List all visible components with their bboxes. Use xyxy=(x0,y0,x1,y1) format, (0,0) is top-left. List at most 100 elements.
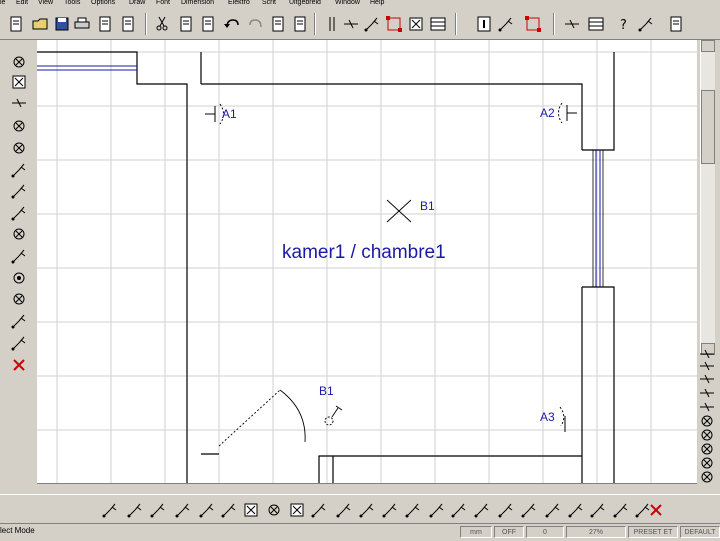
table-icon[interactable] xyxy=(428,13,448,35)
switch-b1-symbol[interactable] xyxy=(324,405,343,426)
point-icon[interactable] xyxy=(362,13,382,35)
box-icon[interactable] xyxy=(241,499,261,521)
meter-icon[interactable] xyxy=(8,333,30,353)
circle-d-icon[interactable] xyxy=(700,454,714,469)
menu-item-scrit[interactable]: Scrit xyxy=(262,0,276,6)
new-icon[interactable] xyxy=(6,13,26,35)
switch-g-icon[interactable] xyxy=(380,499,400,521)
help-icon[interactable]: ? xyxy=(613,13,633,35)
grid-icon[interactable] xyxy=(586,13,606,35)
measure-icon[interactable] xyxy=(562,13,582,35)
menu-item-options[interactable]: Options xyxy=(91,0,115,6)
circle-a-icon[interactable] xyxy=(700,412,714,427)
layer-icon[interactable] xyxy=(700,398,714,412)
scroll-thumb[interactable] xyxy=(701,90,715,164)
menu-item-window[interactable]: Window xyxy=(335,0,360,6)
redo-icon[interactable] xyxy=(246,13,266,35)
wall-icon[interactable] xyxy=(8,93,30,113)
menu-item-font[interactable]: Font xyxy=(156,0,170,6)
cross-box-icon[interactable] xyxy=(8,72,30,92)
help-pointer-icon[interactable] xyxy=(496,13,516,35)
door-leaf xyxy=(218,389,281,447)
vertical-scrollbar[interactable] xyxy=(700,40,715,355)
paste-r-icon[interactable] xyxy=(290,13,310,35)
motor-icon[interactable] xyxy=(8,224,30,244)
switch-o-icon[interactable] xyxy=(566,499,586,521)
switch-e-icon[interactable] xyxy=(334,499,354,521)
line-switch-icon[interactable] xyxy=(219,499,239,521)
parallel-icon[interactable] xyxy=(322,13,342,35)
circle-c-icon[interactable] xyxy=(700,440,714,455)
switch-l-icon[interactable] xyxy=(496,499,516,521)
box-select-icon[interactable] xyxy=(406,13,426,35)
circle-b-icon[interactable] xyxy=(700,426,714,441)
save-icon[interactable] xyxy=(52,13,72,35)
drawing-canvas[interactable]: A1 A2 A3 B1 B1 kamer1 / chambre1 xyxy=(37,40,697,483)
switch-n-icon[interactable] xyxy=(543,499,563,521)
fill-icon[interactable] xyxy=(666,13,686,35)
timer-icon[interactable] xyxy=(264,499,284,521)
menu-item-uitgebreid[interactable]: Uitgebreid xyxy=(289,0,321,6)
scroll-up-icon[interactable] xyxy=(701,40,715,52)
menu-item-edit[interactable]: Edit xyxy=(16,0,28,6)
copy-icon[interactable] xyxy=(176,13,196,35)
copy-r-icon[interactable] xyxy=(268,13,288,35)
properties-icon[interactable] xyxy=(118,13,138,35)
switch-p-icon[interactable] xyxy=(588,499,608,521)
undo-icon[interactable] xyxy=(222,13,242,35)
menu-item-elektro[interactable]: Elektro xyxy=(228,0,250,6)
socket-a1-symbol[interactable] xyxy=(205,103,224,125)
switch-f-icon[interactable] xyxy=(357,499,377,521)
socket-triple-icon[interactable] xyxy=(125,499,145,521)
status-snap: OFF xyxy=(494,526,524,538)
info-icon[interactable] xyxy=(474,13,494,35)
fan-icon[interactable] xyxy=(8,311,30,331)
pan-icon[interactable] xyxy=(700,370,714,384)
switch-h-icon[interactable] xyxy=(403,499,423,521)
switch-a-icon[interactable] xyxy=(148,499,168,521)
zoom-out-icon[interactable] xyxy=(700,357,714,371)
switch-i-icon[interactable] xyxy=(427,499,447,521)
socket-icon[interactable] xyxy=(8,246,30,266)
menu-item-help[interactable]: Help xyxy=(370,0,384,6)
floor-plan[interactable]: A1 A2 A3 B1 B1 kamer1 / chambre1 xyxy=(37,40,697,483)
menu-item-le[interactable]: le xyxy=(0,0,5,6)
switch-b-icon[interactable] xyxy=(173,499,193,521)
switch-j-icon[interactable] xyxy=(449,499,469,521)
menu-item-dimension[interactable]: Dimension xyxy=(181,0,214,6)
line-icon[interactable] xyxy=(341,13,361,35)
switch-q-icon[interactable] xyxy=(611,499,631,521)
print-preview-icon[interactable] xyxy=(95,13,115,35)
cut-icon[interactable] xyxy=(152,13,172,35)
paste-icon[interactable] xyxy=(198,13,218,35)
arrow-box-icon[interactable] xyxy=(287,499,307,521)
delete-icon[interactable] xyxy=(8,355,30,375)
menu-item-tools[interactable]: Tools xyxy=(64,0,80,6)
switch-icon[interactable] xyxy=(8,160,30,180)
switch-c-icon[interactable] xyxy=(197,499,217,521)
delete-red-icon[interactable] xyxy=(646,499,666,521)
menu-item-view[interactable]: View xyxy=(38,0,53,6)
zoom-window-icon[interactable] xyxy=(523,13,543,35)
target-icon[interactable] xyxy=(8,268,30,288)
switch-triple-icon[interactable] xyxy=(8,203,30,223)
lamp-b1-symbol[interactable] xyxy=(386,199,412,223)
switch-k-icon[interactable] xyxy=(472,499,492,521)
print-icon[interactable] xyxy=(72,13,92,35)
pen-icon[interactable] xyxy=(636,13,656,35)
socket-a3-symbol[interactable] xyxy=(559,406,566,432)
double-circle-icon[interactable] xyxy=(8,138,30,158)
close-icon[interactable] xyxy=(8,52,30,72)
circle-e-icon[interactable] xyxy=(700,468,714,483)
snap-icon[interactable] xyxy=(700,384,714,398)
switch-d-icon[interactable] xyxy=(309,499,329,521)
switch-double-icon[interactable] xyxy=(8,181,30,201)
lamp-icon[interactable] xyxy=(8,289,30,309)
open-icon[interactable] xyxy=(30,13,50,35)
switch-m-icon[interactable] xyxy=(519,499,539,521)
socket-double-icon[interactable] xyxy=(100,499,120,521)
menu-item-draw[interactable]: Draw xyxy=(129,0,145,6)
node-icon[interactable] xyxy=(384,13,404,35)
circle-cross-icon[interactable] xyxy=(8,116,30,136)
zoom-in-icon[interactable] xyxy=(700,345,714,359)
